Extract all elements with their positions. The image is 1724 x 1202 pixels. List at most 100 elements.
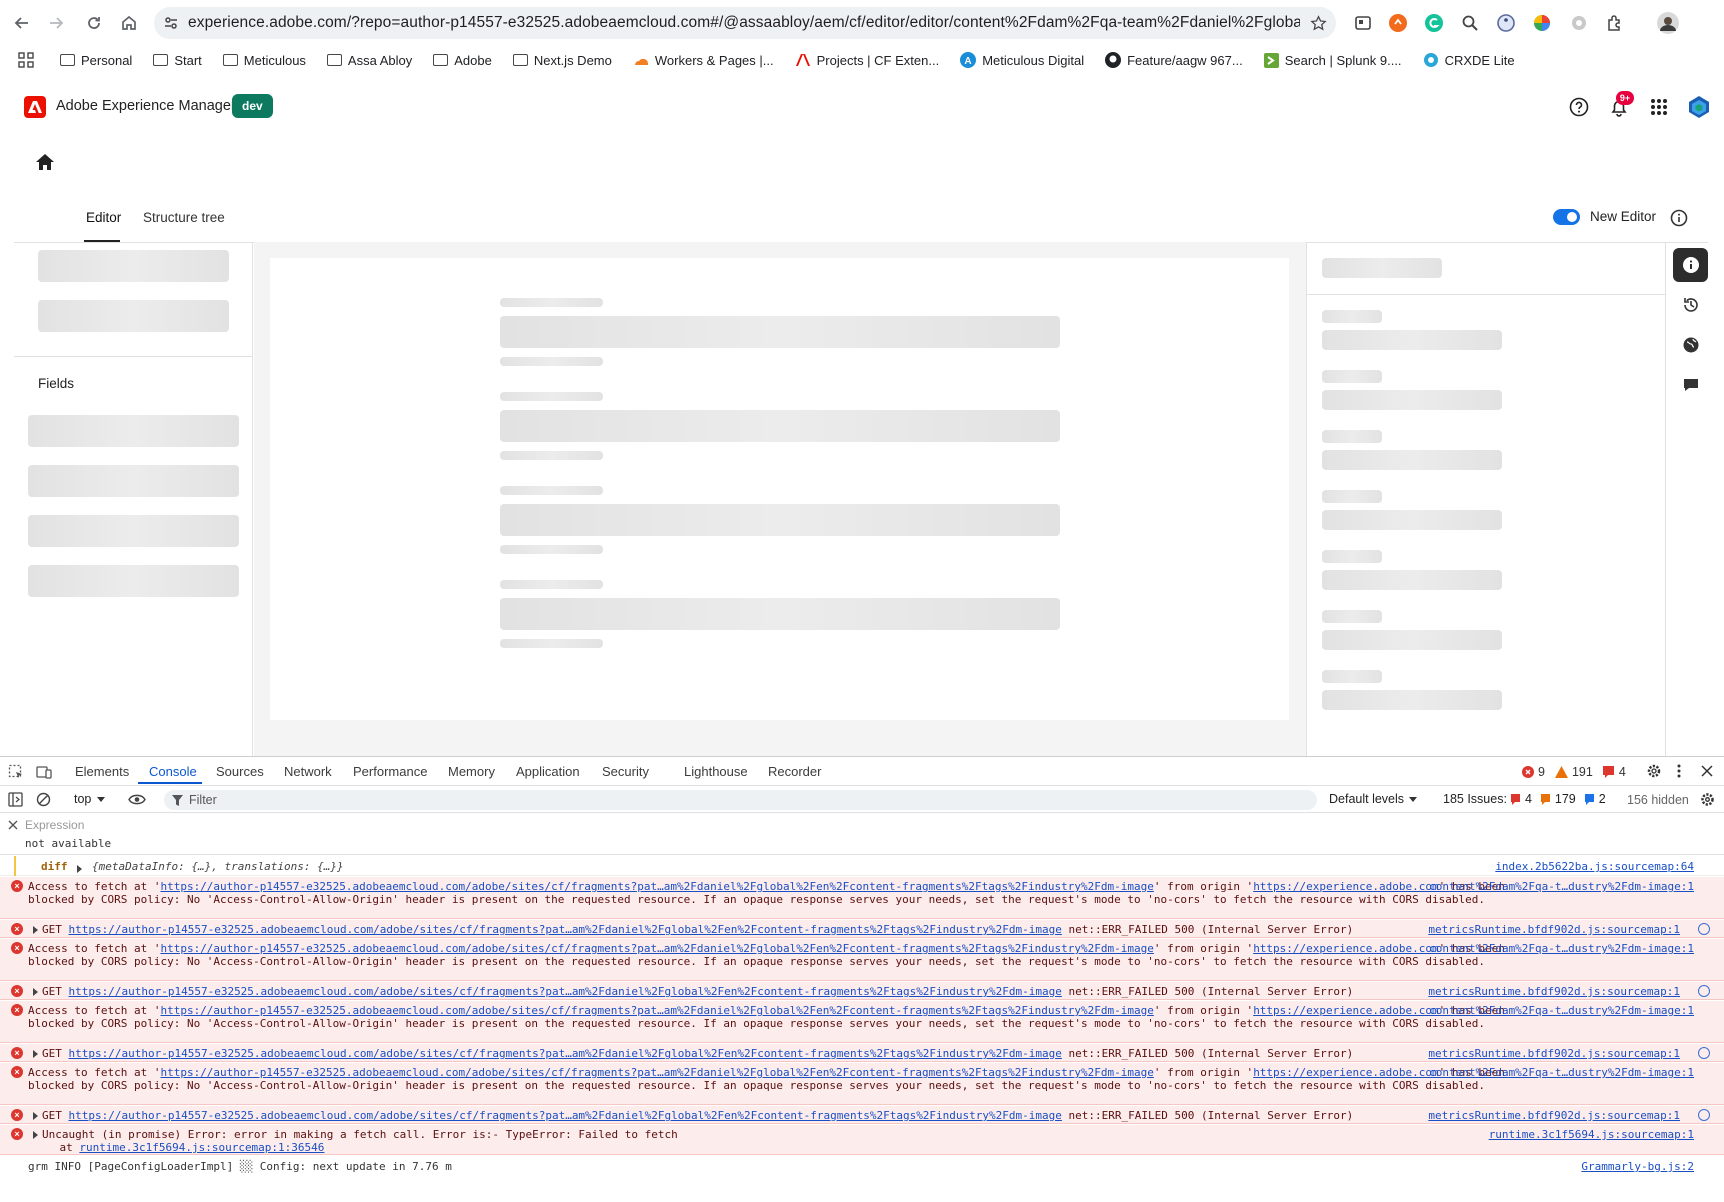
console-sidebar-icon[interactable] xyxy=(8,792,23,807)
color-picker-icon[interactable] xyxy=(1531,12,1553,34)
org-avatar[interactable] xyxy=(1687,95,1711,119)
bookmark-nextjs-demo[interactable]: Next.js Demo xyxy=(512,53,612,68)
stack-frame-link[interactable]: runtime.3c1f5694.js:sourcemap:1:36546 xyxy=(79,1141,324,1154)
expand-triangle-icon[interactable] xyxy=(33,926,38,934)
devtools-close-icon[interactable] xyxy=(1700,764,1714,778)
request-url-link[interactable]: https://author-p14557-e32525.adobeaemclo… xyxy=(69,1047,1062,1060)
devtools-tab-recorder[interactable]: Recorder xyxy=(768,764,821,779)
console-counters[interactable]: 9 191 4 xyxy=(1522,765,1626,779)
console-settings-gear-icon[interactable] xyxy=(1700,792,1715,807)
inspect-element-icon[interactable] xyxy=(8,764,24,780)
devtools-more-icon[interactable] xyxy=(1676,763,1682,779)
devtools-tab-security[interactable]: Security xyxy=(602,764,649,779)
adobe-logo-icon[interactable] xyxy=(24,96,46,118)
source-link[interactable]: content%2Fdam%2Fqa-t…dustry%2Fdm-image:1 xyxy=(1429,1066,1694,1079)
devtools-tab-application[interactable]: Application xyxy=(516,764,580,779)
comments-icon[interactable] xyxy=(1682,376,1700,394)
help-icon[interactable] xyxy=(1567,95,1591,119)
new-editor-toggle[interactable] xyxy=(1553,209,1580,225)
home-nav-icon[interactable] xyxy=(35,153,55,171)
devtools-tab-console[interactable]: Console xyxy=(149,764,197,779)
devtools-tab-memory[interactable]: Memory xyxy=(448,764,495,779)
network-globe-icon[interactable] xyxy=(1698,1109,1710,1121)
devtools-tab-elements[interactable]: Elements xyxy=(75,764,129,779)
bookmark-star-icon[interactable] xyxy=(1300,14,1336,32)
bookmark-adobe[interactable]: Adobe xyxy=(433,53,492,68)
bookmark-projects-cf[interactable]: Projects | CF Exten... xyxy=(795,53,939,68)
bookmark-feature-aagw[interactable]: Feature/aagw 967... xyxy=(1105,52,1243,68)
app-switcher-grid-icon[interactable] xyxy=(1647,95,1671,119)
source-link[interactable]: metricsRuntime.bfdf902d.js:sourcemap:1 xyxy=(1428,1109,1680,1122)
source-link[interactable]: Grammarly-bg.js:2 xyxy=(1581,1160,1694,1173)
request-url-link[interactable]: https://author-p14557-e32525.adobeaemclo… xyxy=(160,1004,1153,1017)
bookmark-crxde[interactable]: CRXDE Lite xyxy=(1423,52,1515,68)
bookmark-personal[interactable]: Personal xyxy=(60,53,132,68)
context-selector[interactable]: top xyxy=(74,792,106,806)
source-link[interactable]: metricsRuntime.bfdf902d.js:sourcemap:1 xyxy=(1428,923,1680,936)
address-bar[interactable]: experience.adobe.com/?repo=author-p14557… xyxy=(154,7,1336,39)
reload-button[interactable] xyxy=(77,6,111,40)
devtools-tab-sources[interactable]: Sources xyxy=(216,764,264,779)
bookmark-meticulous[interactable]: Meticulous xyxy=(222,53,306,68)
log-levels-dropdown[interactable]: Default levels xyxy=(1329,792,1418,806)
bookmark-workers-pages[interactable]: Workers & Pages |... xyxy=(633,53,774,68)
apps-grid-icon[interactable] xyxy=(18,52,44,68)
device-toolbar-icon[interactable] xyxy=(36,764,52,780)
source-link[interactable]: metricsRuntime.bfdf902d.js:sourcemap:1 xyxy=(1428,985,1680,998)
tab-editor[interactable]: Editor xyxy=(86,210,121,225)
origin-link[interactable]: https://experience.adobe.com xyxy=(1253,942,1438,955)
origin-link[interactable]: https://experience.adobe.com xyxy=(1253,880,1438,893)
issues-counter[interactable]: 185 Issues: 4 179 2 xyxy=(1443,792,1606,806)
accessibility-extension-icon[interactable] xyxy=(1495,12,1517,34)
source-link[interactable]: metricsRuntime.bfdf902d.js:sourcemap:1 xyxy=(1428,1047,1680,1060)
origin-link[interactable]: https://experience.adobe.com xyxy=(1253,1066,1438,1079)
home-button[interactable] xyxy=(112,6,146,40)
source-link[interactable]: content%2Fdam%2Fqa-t…dustry%2Fdm-image:1 xyxy=(1429,880,1694,893)
devtools-tab-lighthouse[interactable]: Lighthouse xyxy=(684,764,748,779)
tab-groups-extension-icon[interactable] xyxy=(1352,12,1374,34)
clear-console-icon[interactable] xyxy=(36,792,51,807)
bookmark-splunk[interactable]: Search | Splunk 9.... xyxy=(1263,52,1402,68)
request-url-link[interactable]: https://author-p14557-e32525.adobeaemclo… xyxy=(160,942,1153,955)
bookmark-meticulous-digital[interactable]: A Meticulous Digital xyxy=(960,52,1084,68)
profile-avatar[interactable] xyxy=(1657,12,1679,34)
network-globe-icon[interactable] xyxy=(1698,1047,1710,1059)
tab-structure-tree[interactable]: Structure tree xyxy=(143,210,225,225)
origin-link[interactable]: https://experience.adobe.com xyxy=(1253,1004,1438,1017)
zoom-icon[interactable] xyxy=(1459,12,1481,34)
info-icon[interactable] xyxy=(1670,209,1688,227)
site-settings-icon[interactable] xyxy=(154,15,188,31)
network-globe-icon[interactable] xyxy=(1698,985,1710,997)
extensions-puzzle-icon[interactable] xyxy=(1604,12,1626,34)
forward-button[interactable] xyxy=(39,6,73,40)
gray-extension-icon[interactable] xyxy=(1568,12,1590,34)
bookmark-assa-abloy[interactable]: Assa Abloy xyxy=(326,53,412,68)
request-url-link[interactable]: https://author-p14557-e32525.adobeaemclo… xyxy=(69,923,1062,936)
request-url-link[interactable]: https://author-p14557-e32525.adobeaemclo… xyxy=(160,880,1153,893)
expand-triangle-icon[interactable] xyxy=(33,1050,38,1058)
network-globe-icon[interactable] xyxy=(1698,923,1710,935)
diff-object[interactable]: {metaDataInfo: {…}, translations: {…}} xyxy=(92,860,344,873)
grammarly-icon[interactable] xyxy=(1423,12,1445,34)
source-link[interactable]: runtime.3c1f5694.js:sourcemap:1 xyxy=(1489,1128,1694,1141)
back-button[interactable] xyxy=(5,6,39,40)
live-expression-eye-icon[interactable] xyxy=(128,793,146,806)
devtools-settings-gear-icon[interactable] xyxy=(1646,763,1662,779)
request-url-link[interactable]: https://author-p14557-e32525.adobeaemclo… xyxy=(160,1066,1153,1079)
bookmark-start[interactable]: Start xyxy=(153,53,202,68)
orange-extension-icon[interactable] xyxy=(1387,12,1409,34)
source-link[interactable]: index.2b5622ba.js:sourcemap:64 xyxy=(1495,860,1694,873)
request-url-link[interactable]: https://author-p14557-e32525.adobeaemclo… xyxy=(69,1109,1062,1122)
expand-triangle-icon[interactable] xyxy=(33,1131,38,1139)
request-url-link[interactable]: https://author-p14557-e32525.adobeaemclo… xyxy=(69,985,1062,998)
product-name[interactable]: Adobe Experience Manager xyxy=(56,98,236,114)
expand-triangle-icon[interactable] xyxy=(33,988,38,996)
expand-triangle-icon[interactable] xyxy=(33,1112,38,1120)
remove-expression-icon[interactable] xyxy=(8,820,18,830)
source-link[interactable]: content%2Fdam%2Fqa-t…dustry%2Fdm-image:1 xyxy=(1429,1004,1694,1017)
globe-icon[interactable] xyxy=(1682,336,1700,354)
expand-triangle-icon[interactable] xyxy=(77,862,86,875)
version-history-icon[interactable] xyxy=(1682,296,1700,314)
source-link[interactable]: content%2Fdam%2Fqa-t…dustry%2Fdm-image:1 xyxy=(1429,942,1694,955)
devtools-tab-performance[interactable]: Performance xyxy=(353,764,427,779)
